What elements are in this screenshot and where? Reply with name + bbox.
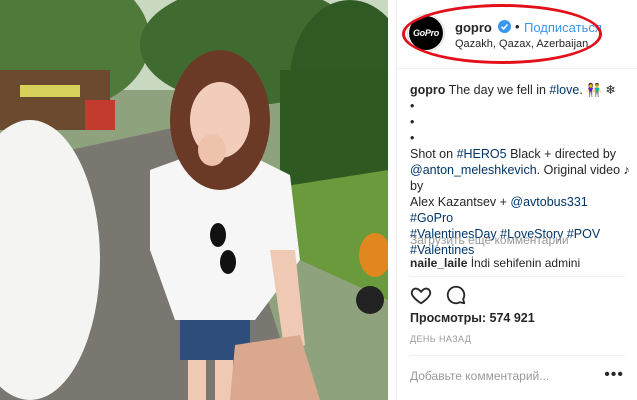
comment-username[interactable]: naile_laile [410,256,467,270]
post-timestamp[interactable]: ДЕНЬ НАЗАД [410,334,471,344]
heart-icon[interactable] [410,284,432,306]
caption-text: . 👫 ❄ [579,83,616,97]
caption-text: Alex Kazantsev + [410,195,511,209]
caption-username[interactable]: gopro [410,83,445,97]
comment-item: naile_laile İndi sehifenin admini [410,256,580,270]
caption-bullet: • [410,115,415,129]
highlight-oval [402,4,602,64]
divider [410,276,625,277]
hashtag-gopro[interactable]: #GoPro [410,211,453,225]
mention-avtobus[interactable]: @avtobus331 [510,195,587,209]
load-more-comments-button[interactable]: Загрузить еще комментарии [410,233,569,247]
caption-text: The day we fell in [445,83,550,97]
hashtag-pov[interactable]: #POV [567,227,600,241]
more-options-icon[interactable]: ••• [604,366,624,384]
post-caption: gopro The day we fell in #love. 👫 ❄ • • … [410,82,632,258]
hashtag-hero5[interactable]: #HERO5 [457,147,507,161]
comment-icon[interactable] [445,284,467,306]
add-comment-input[interactable]: Добавьте комментарий... [410,369,549,383]
views-count: Просмотры: 574 921 [410,311,535,325]
divider [410,355,625,356]
comment-text: İndi sehifenin admini [467,256,581,270]
hashtag-love[interactable]: #love [549,83,579,97]
caption-bullet: • [410,99,415,113]
post-photo[interactable] [0,0,388,400]
mention-anton[interactable]: @anton_meleshkevich [410,163,537,177]
caption-bullet: • [410,131,415,145]
caption-text: Shot on [410,147,457,161]
caption-text: Black + directed by [506,147,617,161]
